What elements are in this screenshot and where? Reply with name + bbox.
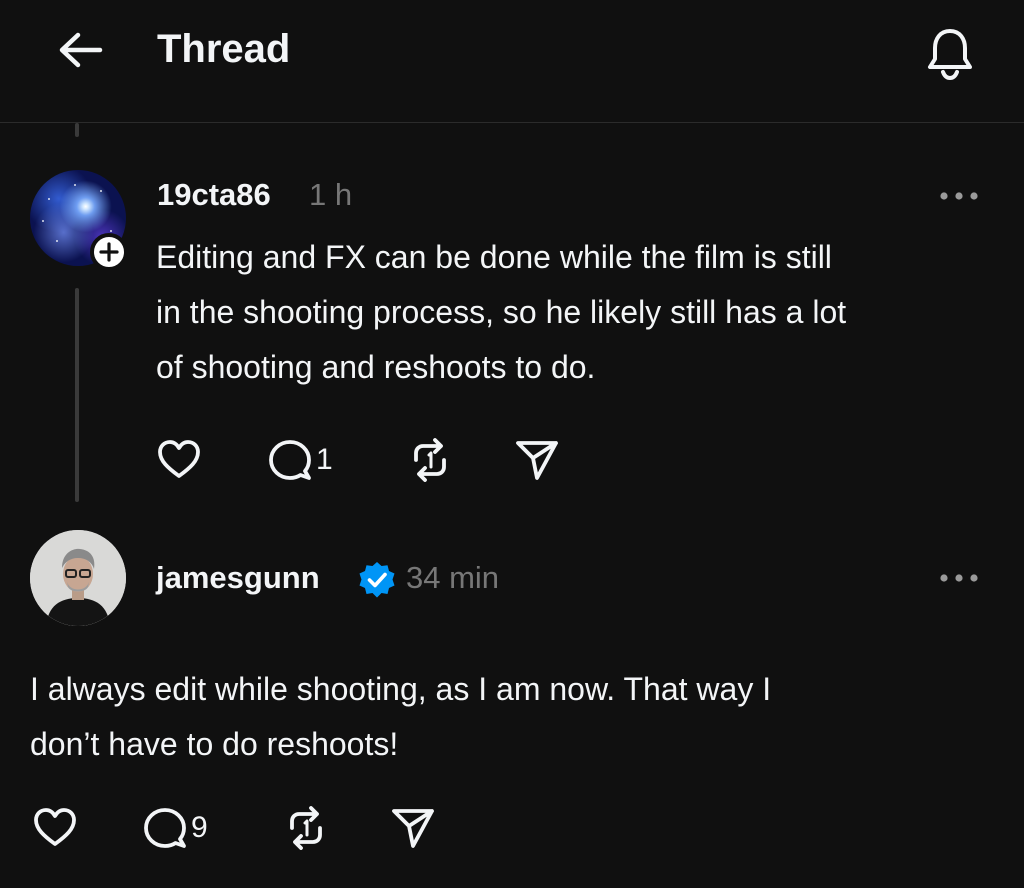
reply-button[interactable]: 9	[143, 806, 208, 850]
post-timestamp: 34 min	[406, 560, 500, 595]
share-button[interactable]	[514, 438, 560, 482]
follow-button[interactable]	[90, 233, 128, 271]
verified-badge-icon	[357, 560, 397, 600]
reply-button[interactable]: 1	[268, 438, 333, 482]
post-text-line: in the shooting process, so he likely st…	[156, 294, 847, 330]
post-username[interactable]: jamesgunn	[156, 558, 320, 598]
post-text: I always edit while shooting, as I am no…	[30, 662, 771, 772]
like-button[interactable]	[156, 438, 202, 480]
heart-icon	[32, 806, 78, 848]
thread-line-top	[75, 123, 79, 137]
send-icon	[514, 438, 560, 482]
arrow-left-icon	[56, 30, 104, 70]
comment-icon	[268, 438, 312, 482]
reply-count: 9	[191, 811, 208, 844]
page-title: Thread	[157, 27, 291, 71]
more-horizontal-icon	[937, 572, 981, 584]
more-horizontal-icon	[937, 190, 981, 202]
comment-icon	[143, 806, 187, 850]
like-button[interactable]	[32, 806, 78, 848]
send-icon	[390, 806, 436, 850]
plus-icon	[99, 242, 119, 262]
reply-count: 1	[316, 443, 333, 476]
post-text-line: I always edit while shooting, as I am no…	[30, 671, 772, 707]
post-text-line: of shooting and reshoots to do.	[156, 349, 596, 385]
share-button[interactable]	[390, 806, 436, 850]
notifications-button[interactable]	[918, 20, 982, 84]
post-text: Editing and FX can be done while the fil…	[156, 230, 846, 395]
heart-icon	[156, 438, 202, 480]
thread-line	[75, 288, 79, 502]
post-text-line: don’t have to do reshoots!	[30, 726, 399, 762]
bell-icon	[920, 22, 980, 82]
post-text-line: Editing and FX can be done while the fil…	[156, 239, 832, 275]
avatar[interactable]	[30, 530, 126, 626]
more-button[interactable]	[932, 176, 986, 216]
more-button[interactable]	[932, 558, 986, 598]
repost-button[interactable]	[284, 806, 328, 850]
back-button[interactable]	[52, 26, 108, 74]
repost-icon	[408, 438, 452, 482]
post-username[interactable]: 19cta86	[157, 175, 271, 215]
top-bar: Thread	[0, 0, 1024, 123]
repost-button[interactable]	[408, 438, 452, 482]
post-timestamp: 1 h	[309, 177, 353, 212]
repost-icon	[284, 806, 328, 850]
